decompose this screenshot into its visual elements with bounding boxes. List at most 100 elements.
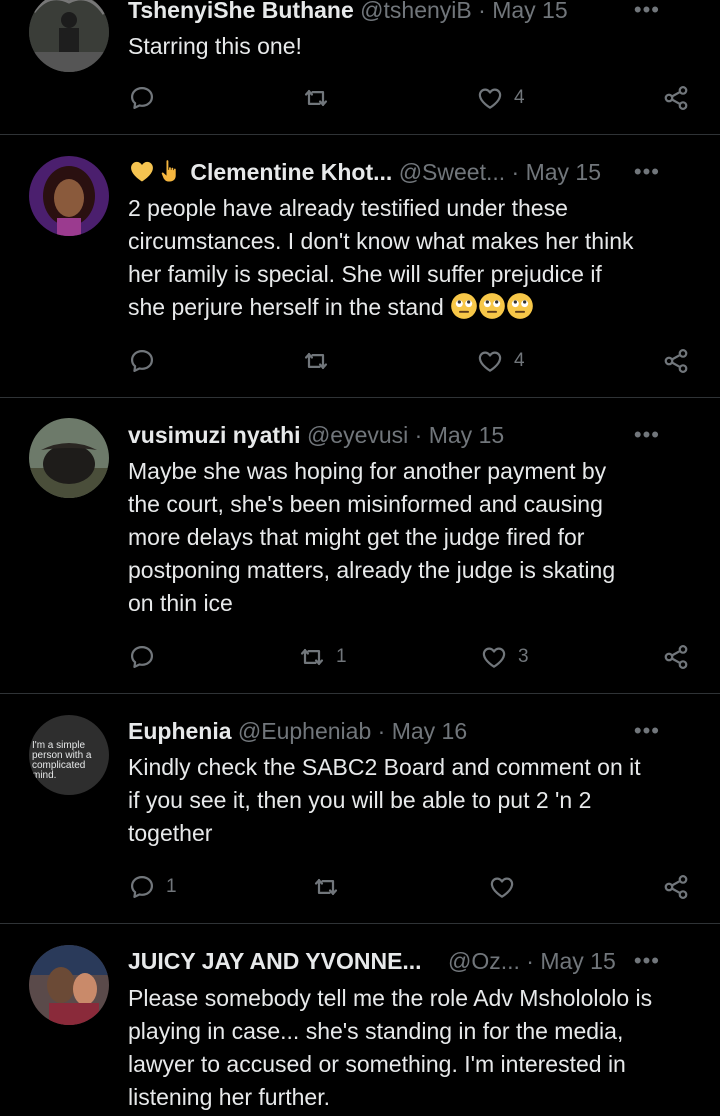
reply-button[interactable]: 1 xyxy=(128,871,177,903)
like-button[interactable]: 3 xyxy=(480,641,529,673)
avatar[interactable] xyxy=(29,0,109,72)
avatar-text: I'm a simple person with a complicated m… xyxy=(32,741,91,781)
tweet-actions: 1 xyxy=(128,871,690,903)
tweet-date[interactable]: May 15 xyxy=(540,948,615,974)
tweet-actions: 4 xyxy=(128,345,690,377)
retweet-icon xyxy=(304,352,328,370)
like-button[interactable]: 4 xyxy=(476,82,525,114)
separator-dot: · xyxy=(526,948,534,974)
reply-icon xyxy=(130,86,154,110)
tweet-actions: 1 3 xyxy=(128,641,690,673)
heart-icon xyxy=(478,351,502,372)
text-line: if you see it, then you will be able to … xyxy=(128,787,592,813)
reply-button[interactable] xyxy=(128,641,166,673)
tweet-text: Kindly check the SABC2 Board and comment… xyxy=(128,751,698,850)
user-handle[interactable]: @tshenyiB xyxy=(360,0,472,23)
tweet-date[interactable]: May 16 xyxy=(392,718,467,744)
tweet-date[interactable]: May 15 xyxy=(526,159,601,185)
tweet-1[interactable]: TshenyiShe Buthane @tshenyiB · May 15 ••… xyxy=(0,0,720,134)
tweet-header: Euphenia @Eupheniab · May 16 ••• xyxy=(128,714,690,748)
like-count: 3 xyxy=(518,646,529,667)
avatar[interactable]: I'm a simple person with a complicated m… xyxy=(29,715,109,795)
tweet-date[interactable]: May 15 xyxy=(492,0,567,23)
share-button[interactable] xyxy=(662,345,690,377)
text-line: playing in case... she's standing in for… xyxy=(128,1018,624,1044)
text-line: Please somebody tell me the role Adv Msh… xyxy=(128,985,653,1011)
avatar[interactable] xyxy=(29,156,109,236)
separator-dot: · xyxy=(511,159,520,185)
reply-icon xyxy=(130,349,154,373)
text-line: postponing matters, already the judge is… xyxy=(128,557,616,583)
user-handle[interactable]: @Sweet... xyxy=(399,159,505,185)
like-button[interactable]: 4 xyxy=(476,345,525,377)
reply-button[interactable] xyxy=(128,82,166,114)
share-icon xyxy=(664,645,688,669)
share-icon xyxy=(664,86,688,110)
text-line: Maybe she was hoping for another payment… xyxy=(128,458,607,484)
more-options-icon[interactable]: ••• xyxy=(634,714,660,748)
tweet-text: Starring this one! xyxy=(128,33,302,59)
tweet-3[interactable]: vusimuzi nyathi @eyevusi · May 15 ••• Ma… xyxy=(0,398,720,693)
eye-roll-emoji-icon xyxy=(451,293,478,319)
separator-dot: · xyxy=(478,0,486,23)
reply-button[interactable] xyxy=(128,345,166,377)
display-name[interactable]: Euphenia xyxy=(128,718,232,744)
tweet-2[interactable]: Clementine Khot... @Sweet... · May 15 ••… xyxy=(0,135,720,397)
text-line: 2 people have already testified under th… xyxy=(128,195,568,221)
text-line: together xyxy=(128,820,213,846)
separator-dot: · xyxy=(414,422,423,448)
like-count: 4 xyxy=(514,350,525,371)
avatar[interactable] xyxy=(29,945,109,1025)
tweet-actions: 4 xyxy=(128,82,690,114)
tweet-4[interactable]: I'm a simple person with a complicated m… xyxy=(0,694,720,923)
yellow-heart-icon xyxy=(131,161,153,182)
display-name[interactable]: Clementine Khot... xyxy=(190,159,392,185)
eye-roll-emoji-icon xyxy=(507,293,534,319)
reply-icon xyxy=(130,645,154,669)
display-name[interactable]: TshenyiShe Buthane xyxy=(128,0,354,23)
tweet-5[interactable]: JUICY JAY AND YVONNE... @Oz... · May 15 … xyxy=(0,924,720,1116)
display-name[interactable]: vusimuzi nyathi xyxy=(128,422,301,448)
avatar[interactable] xyxy=(29,418,109,498)
more-options-icon[interactable]: ••• xyxy=(634,0,660,27)
retweet-icon xyxy=(300,648,324,666)
pointing-hand-icon xyxy=(161,160,176,182)
retweet-button[interactable]: 1 xyxy=(298,641,347,673)
heart-icon xyxy=(490,877,514,898)
tweet-header: vusimuzi nyathi @eyevusi · May 15 ••• xyxy=(128,418,690,452)
avatar-text-line: mind. xyxy=(32,770,57,781)
share-icon xyxy=(664,875,688,899)
retweet-count: 1 xyxy=(336,646,347,667)
share-button[interactable] xyxy=(662,82,690,114)
text-line: lawyer to accused or something. I'm inte… xyxy=(128,1051,626,1077)
retweet-icon xyxy=(314,878,338,896)
more-options-icon[interactable]: ••• xyxy=(634,418,660,452)
heart-icon xyxy=(482,647,506,668)
user-handle[interactable]: @eyevusi xyxy=(307,422,408,448)
tweet-text: Maybe she was hoping for another payment… xyxy=(128,455,698,620)
tweet-header: TshenyiShe Buthane @tshenyiB · May 15 ••… xyxy=(128,0,690,27)
tweet-header: JUICY JAY AND YVONNE... @Oz... · May 15 … xyxy=(128,944,690,978)
share-button[interactable] xyxy=(662,871,690,903)
more-options-icon[interactable]: ••• xyxy=(634,155,660,189)
reply-count: 1 xyxy=(166,876,177,897)
retweet-icon xyxy=(304,89,328,107)
display-name[interactable]: JUICY JAY AND YVONNE... xyxy=(128,948,422,974)
user-handle[interactable]: @Eupheniab xyxy=(238,718,371,744)
text-line-with-emoji: she perjure herself in the stand xyxy=(128,291,698,324)
text-line: more delays that might get the judge fir… xyxy=(128,524,585,550)
like-button[interactable] xyxy=(488,871,526,903)
retweet-button[interactable] xyxy=(312,871,350,903)
retweet-button[interactable] xyxy=(302,82,340,114)
tweet-header: Clementine Khot... @Sweet... · May 15 ••… xyxy=(128,155,690,189)
tweet-text: Please somebody tell me the role Adv Msh… xyxy=(128,982,698,1114)
more-options-icon[interactable]: ••• xyxy=(634,944,660,978)
share-button[interactable] xyxy=(662,641,690,673)
user-handle[interactable]: @Oz... xyxy=(448,948,520,974)
retweet-button[interactable] xyxy=(302,345,340,377)
tweet-date[interactable]: May 15 xyxy=(429,422,504,448)
text-line: listening her further. xyxy=(128,1084,331,1110)
eye-roll-emoji-icon xyxy=(479,293,506,319)
text-line: her family is special. She will suffer p… xyxy=(128,261,602,287)
text-line: Kindly check the SABC2 Board and comment… xyxy=(128,754,641,780)
